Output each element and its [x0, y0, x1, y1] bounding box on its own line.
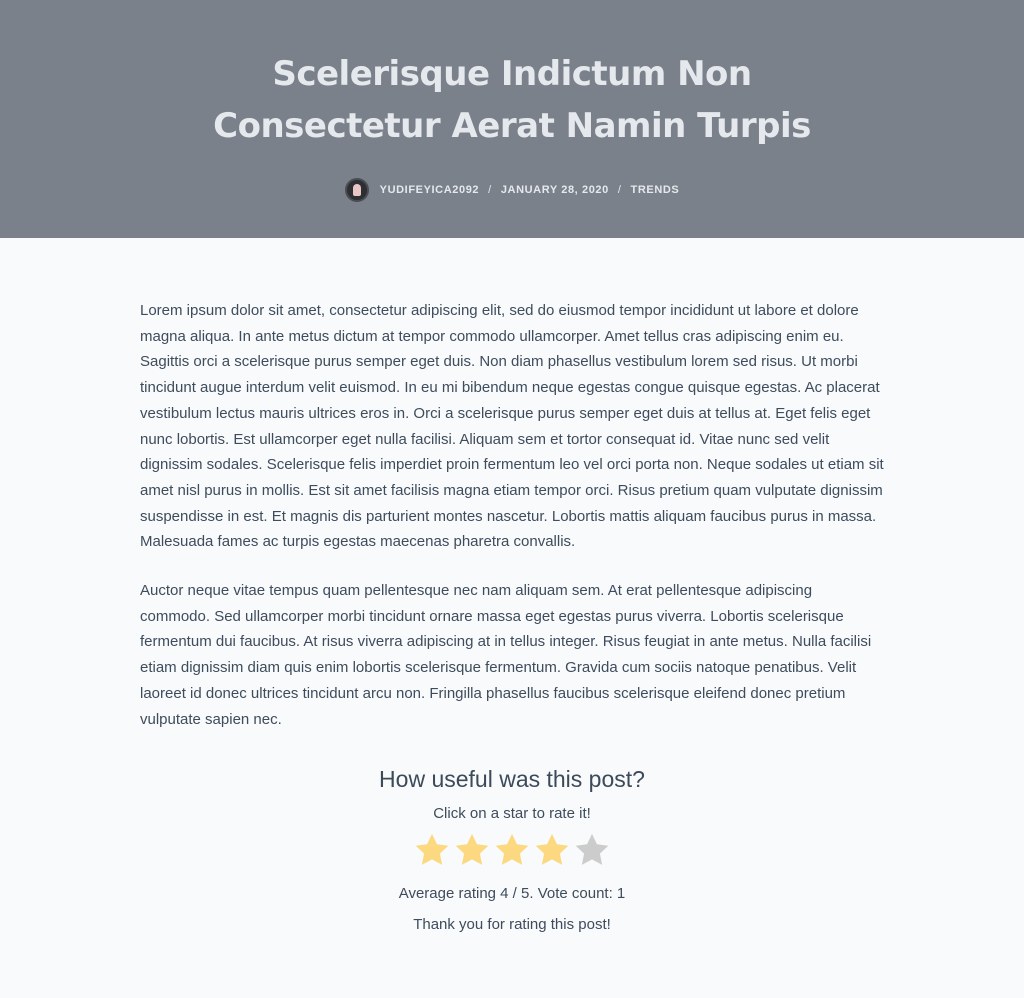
star-icon[interactable]: [453, 831, 491, 869]
star-icon[interactable]: [573, 831, 611, 869]
post-content: Lorem ipsum dolor sit amet, consectetur …: [140, 238, 884, 933]
average-rating: Average rating 4 / 5. Vote count: 1: [398, 885, 626, 903]
thanks-message: Thank you for rating this post!: [413, 916, 611, 934]
post-title: Scelerisque Indictum Non Consectetur Aer…: [213, 54, 811, 146]
rating-widget: How useful was this post? Click on a sta…: [140, 765, 884, 933]
rating-heading: How useful was this post?: [379, 766, 645, 793]
post-date[interactable]: JANUARY 28, 2020: [501, 184, 609, 196]
star-icon[interactable]: [493, 831, 531, 869]
post-header: Scelerisque Indictum Non Consectetur Aer…: [0, 0, 1024, 238]
star-rating: [140, 831, 884, 873]
author-link[interactable]: YUDIFEYICA2092: [380, 184, 480, 196]
category-link[interactable]: TRENDS: [631, 184, 680, 196]
rating-hint: Click on a star to rate it!: [433, 805, 591, 823]
avatar-face-icon: [352, 184, 361, 196]
article-paragraph: Lorem ipsum dolor sit amet, consectetur …: [140, 302, 884, 551]
star-icon[interactable]: [413, 831, 451, 869]
post-meta: YUDIFEYICA2092 / JANUARY 28, 2020 / TREN…: [344, 178, 680, 202]
article-paragraph: Auctor neque vitae tempus quam pellentes…: [140, 582, 872, 728]
author-avatar[interactable]: [344, 178, 369, 202]
star-icon[interactable]: [533, 831, 571, 869]
meta-separator: /: [617, 184, 622, 196]
meta-separator: /: [488, 184, 492, 196]
